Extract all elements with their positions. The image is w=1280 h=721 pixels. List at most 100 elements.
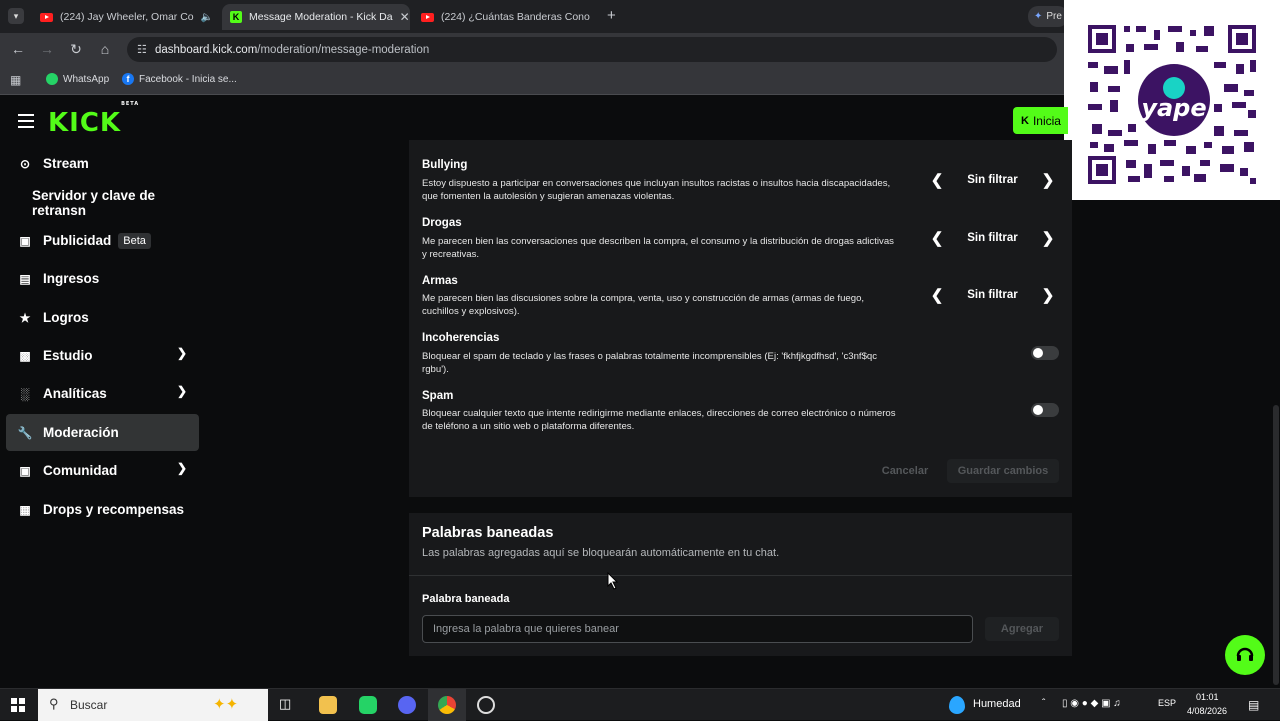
facebook-icon: f bbox=[122, 73, 134, 85]
filter-select-drogas: ❮ Sin filtrar ❯ bbox=[930, 227, 1055, 249]
chevron-left-icon[interactable]: ❮ bbox=[930, 171, 944, 189]
divider bbox=[409, 575, 1072, 576]
sidebar-item-stream[interactable]: ⊙ Stream bbox=[6, 145, 199, 182]
chevron-left-icon[interactable]: ❮ bbox=[930, 229, 944, 247]
windows-taskbar: ⚲ Buscar ✦✦ ◫ Humedad ˆ ▯ ◉ ● ◆ ▣ ♫ ESP … bbox=[0, 688, 1280, 721]
chrome-taskbar-button[interactable] bbox=[428, 689, 466, 721]
taskbar-search[interactable]: ⚲ Buscar ✦✦ bbox=[38, 689, 268, 721]
chevron-up-icon[interactable]: ˆ bbox=[1042, 698, 1045, 709]
profile-label: Pre bbox=[1046, 11, 1062, 22]
home-icon[interactable]: ⌂ bbox=[96, 41, 114, 57]
app-icon[interactable] bbox=[398, 696, 416, 714]
url-bar[interactable]: ☷ dashboard.kick.com/moderation/message-… bbox=[127, 37, 1057, 62]
sidebar-item-estudio[interactable]: ▩ Estudio ❯ bbox=[6, 337, 199, 374]
forward-icon[interactable]: → bbox=[38, 41, 56, 57]
filter-select-armas: ❮ Sin filtrar ❯ bbox=[930, 284, 1055, 306]
weather-label[interactable]: Humedad bbox=[973, 698, 1021, 710]
save-changes-button[interactable]: Guardar cambios bbox=[947, 459, 1059, 483]
windows-start-icon[interactable] bbox=[11, 698, 25, 712]
notifications-icon[interactable]: ▤ bbox=[1248, 698, 1259, 712]
speaker-icon[interactable]: 🔈 bbox=[201, 12, 213, 23]
obs-icon[interactable] bbox=[477, 696, 495, 714]
sidebar-item-ingresos[interactable]: ▤ Ingresos bbox=[6, 260, 199, 297]
bookmark-facebook[interactable]: f Facebook - Inicia se... bbox=[122, 73, 237, 85]
chevron-right-icon[interactable]: ❯ bbox=[1041, 171, 1055, 189]
profile-chip[interactable]: ✦ Pre bbox=[1028, 6, 1068, 27]
wrench-icon: 🔧 bbox=[17, 425, 33, 440]
back-icon[interactable]: ← bbox=[9, 41, 27, 57]
filter-title-bullying: Bullying bbox=[422, 159, 468, 171]
browser-tab-youtube-1[interactable]: (224) Jay Wheeler, Omar Co 🔈 ✕ bbox=[32, 4, 217, 30]
weather-icon[interactable] bbox=[949, 696, 965, 714]
site-info-icon[interactable]: ☷ bbox=[137, 43, 147, 56]
apps-grid-icon[interactable]: ▦ bbox=[10, 73, 21, 87]
logo-beta-badge: BETA bbox=[121, 101, 140, 108]
svg-text:yape: yape bbox=[1141, 94, 1206, 122]
sidebar-item-label: Moderación bbox=[43, 425, 119, 440]
banned-word-input[interactable]: Ingresa la palabra que quieres banear bbox=[422, 615, 973, 643]
sidebar-item-drops[interactable]: ▦ Drops y recompensas bbox=[6, 491, 199, 528]
chevron-down-icon[interactable]: ❯ bbox=[177, 384, 187, 398]
chrome-icon bbox=[438, 696, 456, 714]
kick-icon: K bbox=[230, 11, 242, 23]
task-view-icon[interactable]: ◫ bbox=[279, 696, 297, 714]
sidebar-item-stream-key[interactable]: Servidor y clave de retransn bbox=[6, 184, 199, 221]
url-host: dashboard.kick.com bbox=[155, 43, 258, 56]
analytics-icon: ░ bbox=[20, 386, 30, 401]
headset-icon bbox=[1236, 647, 1254, 661]
toggle-incoherencias[interactable] bbox=[1031, 346, 1059, 360]
filter-value: Sin filtrar bbox=[967, 289, 1018, 301]
sidebar-item-label: Publicidad bbox=[43, 233, 112, 248]
language-indicator[interactable]: ESP bbox=[1158, 698, 1176, 708]
file-explorer-icon[interactable] bbox=[319, 696, 337, 714]
bookmark-whatsapp[interactable]: WhatsApp bbox=[46, 73, 109, 85]
chevron-down-icon[interactable]: ❯ bbox=[177, 461, 187, 475]
login-label: Inicia bbox=[1032, 113, 1061, 128]
reload-icon[interactable]: ↻ bbox=[67, 41, 85, 58]
new-tab-icon[interactable]: + bbox=[607, 7, 616, 24]
kick-k-icon: K bbox=[1021, 114, 1029, 127]
browser-tab-kick[interactable]: K Message Moderation - Kick Da ✕ bbox=[222, 4, 410, 30]
sparkle-icon: ✦✦ bbox=[213, 696, 239, 713]
gift-icon: ▦ bbox=[19, 502, 31, 517]
clock-time[interactable]: 01:01 bbox=[1196, 692, 1219, 702]
close-tab-icon[interactable]: ✕ bbox=[400, 10, 410, 24]
chevron-right-icon[interactable]: ❯ bbox=[1041, 286, 1055, 304]
filter-desc-armas: Me parecen bien las discusiones sobre la… bbox=[422, 293, 865, 317]
toggle-spam[interactable] bbox=[1031, 403, 1059, 417]
add-word-button[interactable]: Agregar bbox=[985, 617, 1059, 641]
sidebar-item-comunidad[interactable]: ▣ Comunidad ❯ bbox=[6, 452, 199, 489]
chevron-down-icon[interactable]: ❯ bbox=[177, 346, 187, 360]
filter-title-armas: Armas bbox=[422, 275, 458, 287]
youtube-icon bbox=[421, 12, 434, 22]
help-support-button[interactable] bbox=[1225, 635, 1265, 675]
tab-list-chevron-icon[interactable]: ▾ bbox=[8, 8, 24, 24]
taskbar-search-label: Buscar bbox=[70, 698, 108, 712]
menu-hamburger-icon[interactable] bbox=[18, 114, 34, 128]
filter-select-bullying: ❮ Sin filtrar ❯ bbox=[930, 169, 1055, 191]
chevron-left-icon[interactable]: ❮ bbox=[930, 286, 944, 304]
cancel-button[interactable]: Cancelar bbox=[870, 459, 940, 483]
banned-word-label: Palabra baneada bbox=[422, 593, 510, 605]
beta-badge: Beta bbox=[118, 232, 151, 249]
clock-date[interactable]: 4/08/2026 bbox=[1187, 706, 1227, 716]
sidebar-item-label: Estudio bbox=[43, 348, 93, 363]
login-button[interactable]: K Inicia bbox=[1013, 107, 1068, 134]
browser-tab-youtube-2[interactable]: (224) ¿Cuántas Banderas Cono ✕ bbox=[413, 4, 598, 30]
sidebar-item-moderacion[interactable]: 🔧 Moderación bbox=[6, 414, 199, 451]
whatsapp-icon bbox=[46, 73, 58, 85]
mouse-cursor-icon bbox=[607, 572, 619, 590]
trophy-icon: ★ bbox=[19, 310, 31, 325]
tray-icons[interactable]: ▯ ◉ ● ◆ ▣ ♫ bbox=[1062, 698, 1121, 709]
sidebar-item-label: Drops y recompensas bbox=[43, 502, 185, 517]
close-tab-icon[interactable]: ✕ bbox=[597, 10, 598, 24]
sidebar-item-logros[interactable]: ★ Logros bbox=[6, 299, 199, 336]
whatsapp-app-icon[interactable] bbox=[359, 696, 377, 714]
sidebar-item-analiticas[interactable]: ░ Analíticas ❯ bbox=[6, 375, 199, 412]
kick-logo[interactable]: KICKBETA bbox=[48, 101, 139, 138]
sidebar-item-label: Stream bbox=[43, 156, 89, 171]
page-scrollbar[interactable] bbox=[1273, 405, 1279, 685]
filter-desc-drogas: Me parecen bien las conversaciones que d… bbox=[422, 236, 894, 260]
chevron-right-icon[interactable]: ❯ bbox=[1041, 229, 1055, 247]
sidebar-item-publicidad[interactable]: ▣ Publicidad Beta bbox=[6, 222, 199, 259]
